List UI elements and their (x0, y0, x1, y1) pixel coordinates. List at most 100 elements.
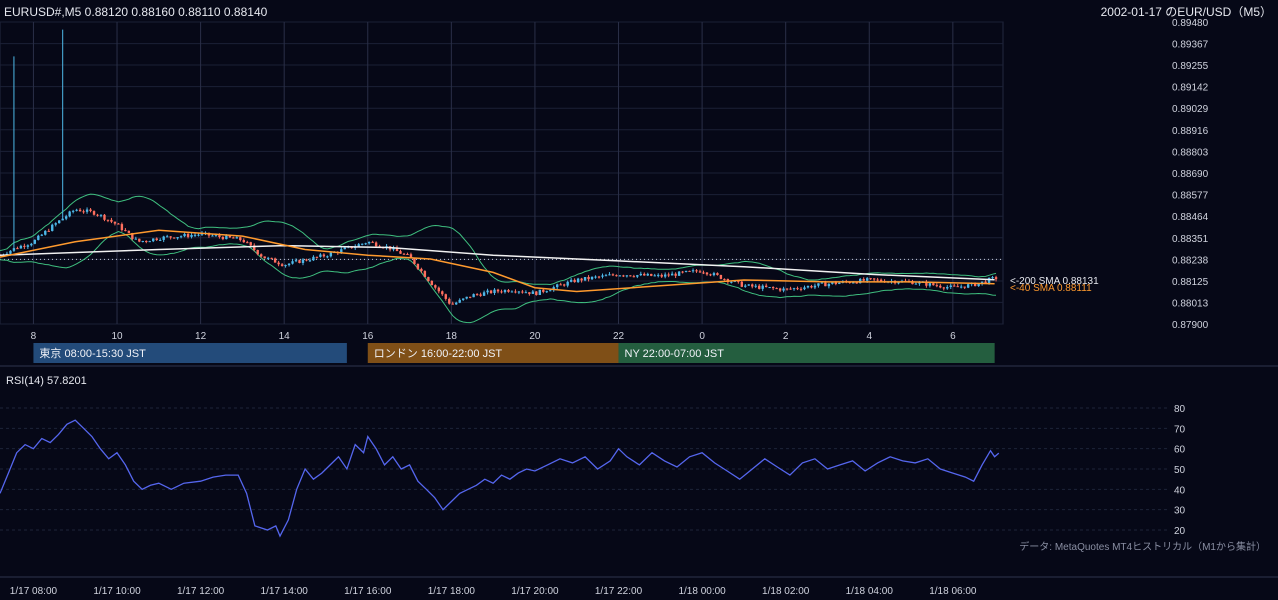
candle-body (455, 302, 458, 305)
price-tick-label: 0.88351 (1172, 234, 1209, 245)
candle-body (657, 274, 660, 276)
candle-body (758, 285, 761, 289)
chart-canvas[interactable]: 0.89480 0.89367 0.89255 0.89142 0.89029 0.889… (0, 0, 1278, 600)
candle-body (817, 283, 820, 286)
candle-body (688, 270, 691, 272)
candle-body (810, 286, 813, 288)
candle-body (326, 256, 329, 258)
rsi-tick-label: 40 (1174, 485, 1186, 496)
candle-body (946, 287, 949, 289)
candle-body (615, 275, 618, 277)
hour-tick-label: 0 (699, 331, 705, 342)
bollinger-upper-band (0, 193, 997, 286)
price-tick-label: 0.87900 (1172, 320, 1209, 331)
candle-body (232, 237, 235, 239)
candle-body (82, 211, 85, 213)
candle-body (441, 291, 444, 295)
candle-body (33, 239, 37, 244)
price-tick-label: 0.88464 (1172, 212, 1209, 223)
candle-body (148, 241, 151, 243)
candle-body (186, 233, 190, 237)
candle-body (301, 259, 305, 263)
candle-body (374, 242, 378, 247)
candle-body (155, 238, 158, 241)
hour-tick-label: 16 (362, 331, 374, 342)
candle-body (71, 210, 75, 212)
rsi-tick-label: 70 (1174, 424, 1186, 435)
candle-body (270, 257, 273, 259)
candle-body (604, 275, 608, 277)
price-tick-label: 0.88916 (1172, 126, 1209, 137)
candle-body (549, 290, 552, 292)
hour-tick-label: 22 (613, 331, 625, 342)
candle-body (542, 289, 545, 292)
candle-body (677, 271, 681, 276)
candle-body (197, 234, 200, 236)
candle-body (963, 286, 966, 288)
price-tick-label: 0.89142 (1172, 83, 1209, 94)
candle-body (482, 292, 486, 296)
candle-body (312, 256, 315, 261)
candle-body (747, 284, 750, 286)
candle-body (430, 280, 434, 286)
candle-body (528, 292, 531, 294)
candle-body (650, 273, 653, 276)
candle-body (61, 218, 64, 221)
candle-body (674, 273, 677, 276)
candle-body (531, 291, 535, 294)
symbol-ohlc-label: EURUSD#,M5 0.88120 0.88160 0.88110 0.881… (4, 5, 268, 19)
candle-body (601, 275, 604, 277)
hour-tick-label: 18 (446, 331, 458, 342)
candle-body (16, 248, 19, 250)
moving-averages (0, 229, 995, 293)
candle-body (663, 274, 667, 277)
candle-body (322, 254, 326, 257)
time-axis-label: 1/17 22:00 (595, 586, 643, 597)
candle-body (113, 221, 117, 224)
candle-body (277, 262, 280, 265)
candle-body (9, 250, 12, 254)
candle-body (876, 279, 879, 281)
candle-body (416, 263, 420, 269)
candle-body (183, 233, 186, 237)
candle-body (427, 277, 430, 281)
grid-layer (0, 21, 1278, 578)
candle-body (458, 299, 461, 303)
price-tick-label: 0.89255 (1172, 61, 1209, 72)
candle-body (12, 248, 16, 251)
candle-body (319, 254, 322, 257)
candle-body (489, 290, 493, 294)
candle-body (120, 224, 124, 231)
candle-body (507, 290, 510, 292)
candle-body (643, 273, 646, 276)
candle-body (44, 230, 47, 235)
price-tick-label: 0.88577 (1172, 191, 1209, 202)
candle-body (246, 242, 249, 244)
candle-body (764, 285, 768, 288)
candle-body (517, 291, 521, 293)
candle-body (496, 289, 500, 292)
candle-body (942, 287, 945, 289)
candle-body (719, 274, 723, 279)
rsi-tick-label: 80 (1174, 404, 1186, 415)
candle-body (193, 234, 197, 236)
candle-body (89, 209, 92, 212)
candle-body (461, 298, 465, 300)
candle-body (524, 292, 528, 294)
candle-body (169, 236, 172, 238)
candle-body (782, 288, 785, 291)
candle-body (824, 282, 827, 287)
candle-body (573, 279, 576, 283)
chart-window: 0.89480 0.89367 0.89255 0.89142 0.89029 0.889… (0, 0, 1278, 600)
hour-tick-label: 8 (31, 331, 37, 342)
candle-body (852, 282, 855, 284)
candle-body (54, 223, 57, 225)
candle-body (514, 291, 517, 293)
candle-body (538, 289, 542, 295)
candle-body (259, 254, 263, 257)
candle-body (26, 245, 30, 247)
hour-tick-label: 6 (950, 331, 956, 342)
candle-body (68, 211, 71, 217)
candle-body (176, 237, 179, 239)
candle-body (165, 236, 169, 238)
